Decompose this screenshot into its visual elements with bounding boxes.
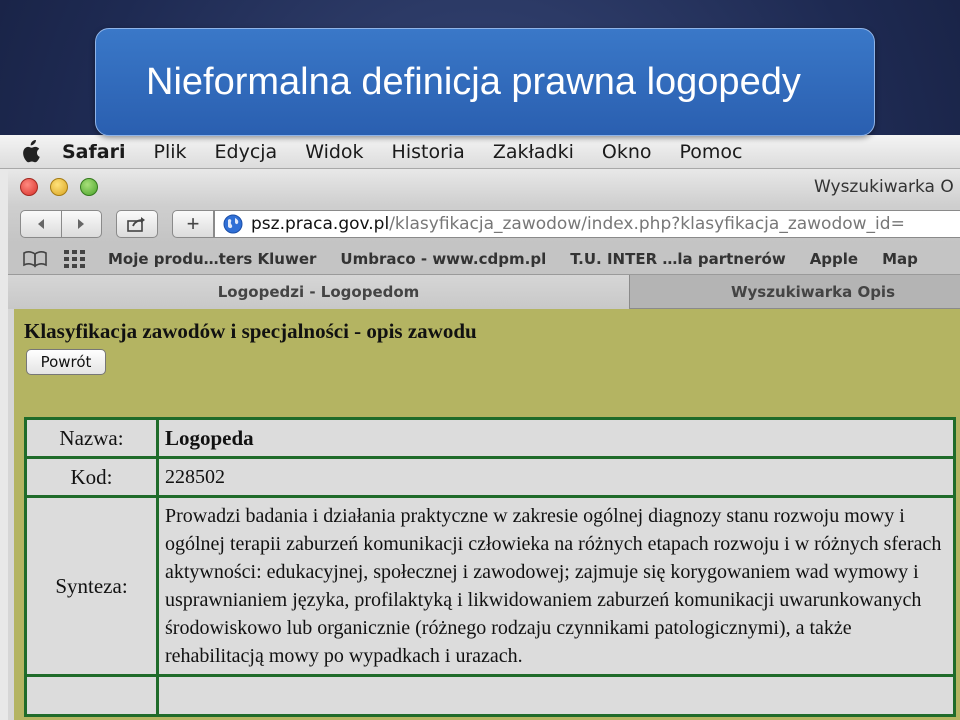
row-label	[24, 674, 159, 717]
window-titlebar[interactable]: Wyszukiwarka O	[8, 169, 960, 205]
row-label: Kod:	[24, 456, 159, 498]
slide-title-banner: Nieformalna definicja prawna logopedy	[95, 28, 875, 136]
page-heading: Klasyfikacja zawodów i specjalności - op…	[24, 319, 477, 343]
occupation-code: 228502	[156, 456, 956, 498]
back-button[interactable]: Powrót	[26, 349, 106, 375]
share-icon	[127, 217, 145, 232]
minimize-window-button[interactable]	[50, 178, 68, 196]
book-icon[interactable]	[22, 250, 48, 268]
close-window-button[interactable]	[20, 178, 38, 196]
url-path: /klasyfikacja_zawodow/index.php?klasyfik…	[389, 214, 905, 234]
bookmarks-bar: Moje produ…ters Kluwer Umbraco - www.cdp…	[8, 243, 960, 275]
row-value	[156, 674, 956, 717]
row-label: Synteza:	[24, 495, 159, 677]
menu-safari[interactable]: Safari	[62, 141, 125, 163]
table-row: Kod: 228502	[24, 456, 956, 498]
menu-edycja[interactable]: Edycja	[215, 141, 278, 163]
window-title: Wyszukiwarka O	[814, 177, 954, 197]
add-bookmark-button[interactable]: +	[172, 210, 214, 238]
menu-pomoc[interactable]: Pomoc	[680, 141, 743, 163]
menu-zakladki[interactable]: Zakładki	[493, 141, 574, 163]
row-label: Nazwa:	[24, 417, 159, 459]
plus-icon: +	[186, 211, 200, 236]
zoom-window-button[interactable]	[80, 178, 98, 196]
table-row	[24, 674, 956, 717]
occupation-synthesis: Prowadzi badania i działania praktyczne …	[156, 495, 956, 677]
url-host: psz.praca.gov.pl	[251, 214, 390, 234]
back-arrow-icon	[37, 219, 44, 229]
table-row: Nazwa: Logopeda	[24, 417, 956, 459]
apple-icon[interactable]	[12, 139, 48, 164]
tab-wyszukiwarka[interactable]: Wyszukiwarka Opis	[648, 275, 960, 309]
bookmark-item[interactable]: Moje produ…ters Kluwer	[108, 250, 316, 268]
table-row: Synteza: Prowadzi badania i działania pr…	[24, 495, 956, 677]
back-nav-button[interactable]	[21, 211, 61, 237]
browser-window: Wyszukiwarka O + psz.praca.gov.pl /klasy…	[8, 169, 960, 720]
bookmark-item[interactable]: Apple	[810, 250, 858, 268]
address-bar[interactable]: psz.praca.gov.pl/klasyfikacja_zawodow/in…	[214, 210, 960, 238]
menu-historia[interactable]: Historia	[392, 141, 465, 163]
menu-okno[interactable]: Okno	[602, 141, 652, 163]
bookmark-item[interactable]: T.U. INTER …la partnerów	[570, 250, 785, 268]
tab-bar: Logopedzi - Logopedom Wyszukiwarka Opis	[8, 275, 960, 309]
slide-title: Nieformalna definicja prawna logopedy	[146, 61, 801, 103]
menubar: Safari Plik Edycja Widok Historia Zakład…	[0, 135, 960, 169]
occupation-table: Nazwa: Logopeda Kod: 228502 Synteza: Pro…	[24, 417, 956, 717]
bookmark-item[interactable]: Map	[882, 250, 918, 268]
share-button[interactable]	[116, 210, 158, 238]
screenshot-area: Safari Plik Edycja Widok Historia Zakład…	[0, 135, 960, 720]
nav-buttons	[20, 210, 102, 238]
bookmark-item[interactable]: Umbraco - www.cdpm.pl	[340, 250, 546, 268]
browser-toolbar: + psz.praca.gov.pl/klasyfikacja_zawodow/…	[8, 205, 960, 243]
occupation-name: Logopeda	[156, 417, 956, 459]
menu-plik[interactable]: Plik	[153, 141, 186, 163]
menu-widok[interactable]: Widok	[305, 141, 363, 163]
forward-arrow-icon	[78, 219, 85, 229]
globe-icon	[223, 214, 243, 234]
tab-logopedzi[interactable]: Logopedzi - Logopedom	[8, 275, 630, 309]
grid-icon[interactable]	[64, 249, 86, 268]
forward-nav-button[interactable]	[60, 211, 102, 237]
web-page: Klasyfikacja zawodów i specjalności - op…	[14, 309, 960, 720]
